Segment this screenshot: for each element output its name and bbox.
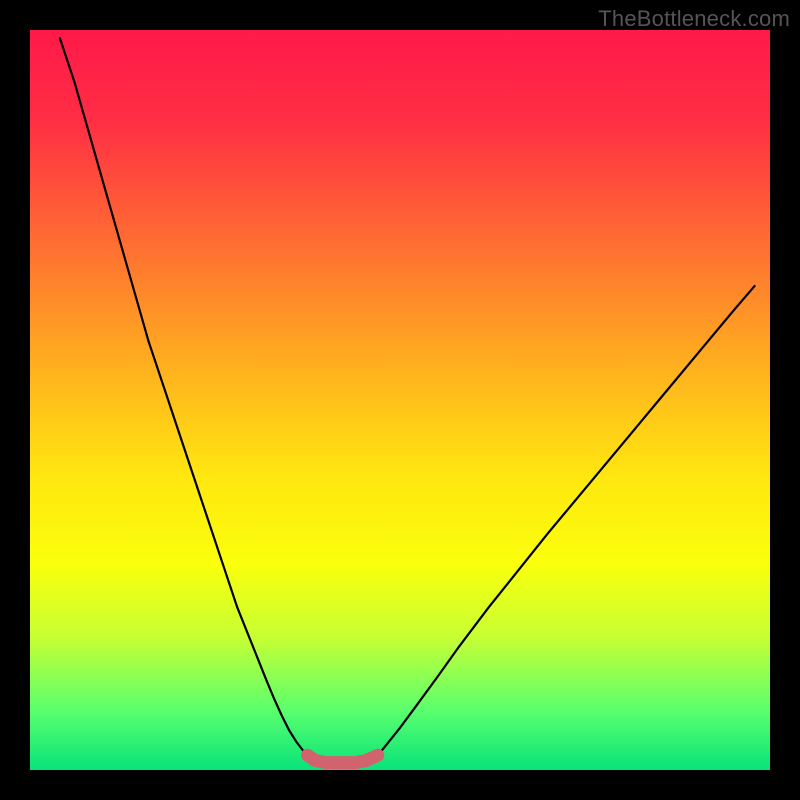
chart-stage: TheBottleneck.com [0,0,800,800]
watermark-text: TheBottleneck.com [598,6,790,32]
chart-svg [0,0,800,800]
valley-floor [308,755,378,762]
